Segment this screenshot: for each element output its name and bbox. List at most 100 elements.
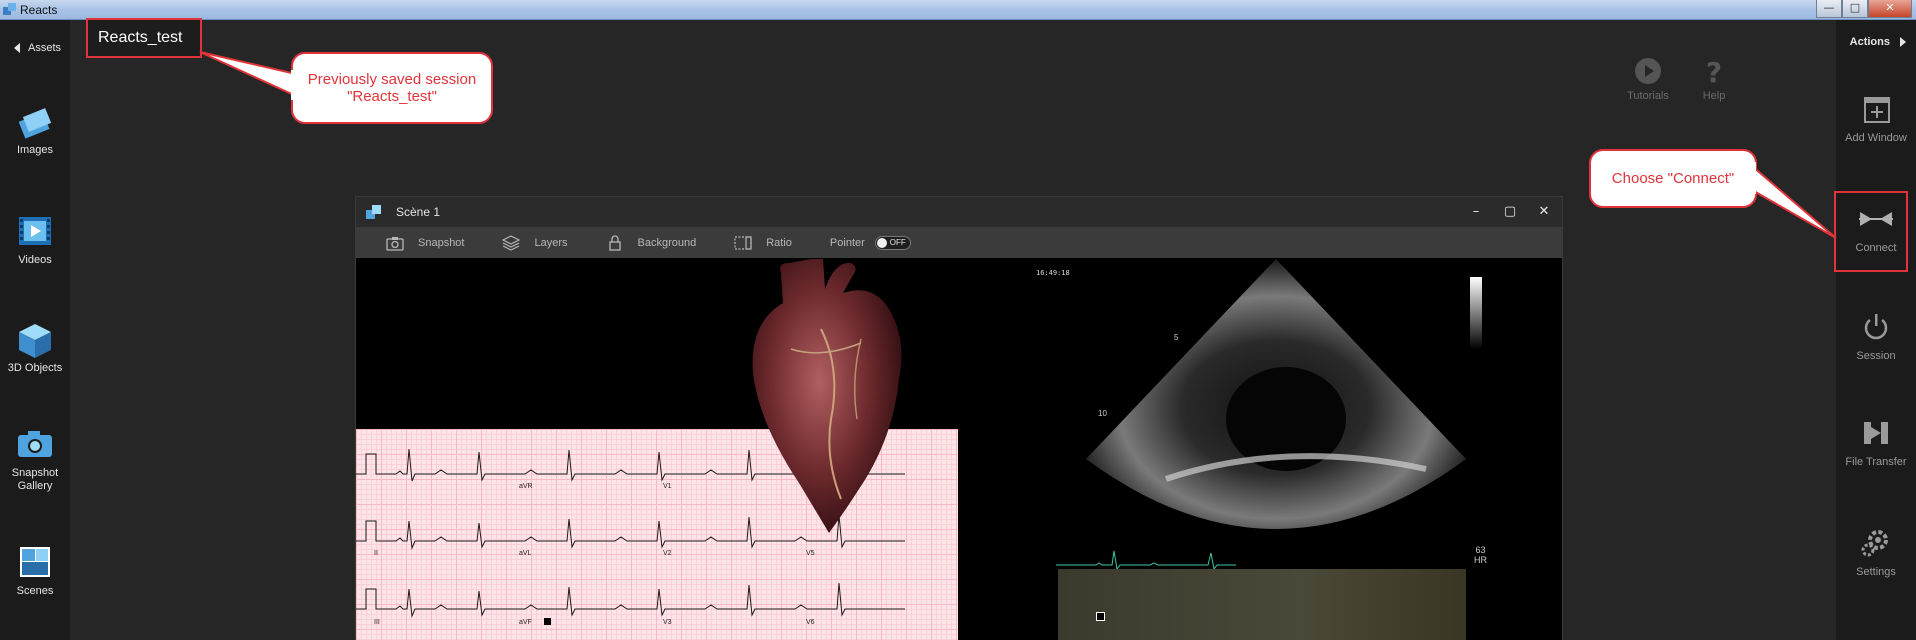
tutorials-button[interactable]: Tutorials — [1618, 56, 1678, 102]
ecg-lead-label: V2 — [663, 550, 672, 557]
sidebar-item-snapshot-gallery[interactable]: Snapshot Gallery — [0, 427, 70, 493]
ratio-label: Ratio — [766, 236, 792, 249]
ecg-lead-label: V5 — [806, 550, 815, 557]
tutorials-label: Tutorials — [1627, 90, 1669, 102]
minimize-button[interactable]: — — [1816, 0, 1842, 18]
heart-3d-model[interactable] — [751, 259, 931, 549]
connect-callout-text: Choose "Connect" — [1611, 170, 1735, 187]
ecg-lead-label: V6 — [806, 619, 815, 626]
file-transfer-button[interactable]: File Transfer — [1836, 418, 1916, 469]
left-sidebar: Assets Images Videos 3D Objects Snapshot… — [0, 20, 70, 640]
session-callout: Previously saved session "Reacts_test" — [291, 52, 493, 124]
help-label: Help — [1702, 90, 1726, 102]
echo-ultrasound-image — [1086, 259, 1466, 529]
ecg-lead-label: aVL — [519, 550, 532, 557]
actions-arrow-icon — [1900, 37, 1906, 47]
camera-icon — [15, 427, 55, 463]
pointer-tool: Pointer OFF — [829, 235, 911, 250]
scene-minimize-button[interactable]: – — [1466, 201, 1486, 223]
toggle-knob — [876, 237, 887, 248]
layers-tool[interactable]: Layers — [502, 234, 568, 251]
scene-toolbar: Snapshot Layers Background Ratio Pointer… — [356, 227, 1562, 258]
scene-title: Scène 1 — [396, 205, 441, 219]
scene-maximize-button[interactable]: ▢ — [1500, 201, 1520, 223]
echo-depth-mark: 10 — [1098, 409, 1107, 418]
lock-icon — [606, 234, 624, 251]
session-name: Reacts_test — [86, 18, 202, 58]
window-title: Reacts — [20, 3, 58, 17]
sidebar-item-images[interactable]: Images — [0, 104, 70, 157]
sidebar-item-3d-objects[interactable]: 3D Objects — [0, 322, 70, 375]
file-transfer-icon — [1856, 418, 1896, 452]
maximize-button[interactable]: □ — [1842, 0, 1868, 18]
ecg-lead-label: aVF — [519, 619, 532, 626]
svg-text:?: ? — [1706, 56, 1722, 86]
session-button[interactable]: Session — [1836, 312, 1916, 363]
ecg-lead-label: V3 — [663, 619, 672, 626]
sidebar-item-label: 3D Objects — [7, 362, 63, 374]
video-feed[interactable] — [1058, 569, 1466, 640]
power-icon — [1856, 312, 1896, 346]
assets-label: Assets — [28, 42, 62, 54]
ecg-lead-label: V1 — [663, 483, 672, 490]
settings-icon — [1856, 528, 1896, 562]
assets-back-button[interactable]: Assets — [14, 42, 61, 54]
os-titlebar: Reacts — □ ✕ — [0, 0, 1916, 20]
snapshot-label: Snapshot — [418, 236, 465, 249]
actions-label: Actions — [1849, 36, 1890, 48]
scene-canvas[interactable]: aVR V1 V4 II aVL V2 V5 III aVF V3 V6 — [356, 259, 1562, 640]
sidebar-item-label: Scenes — [16, 585, 54, 597]
window-controls: — □ ✕ — [1816, 0, 1912, 18]
layers-icon — [502, 234, 521, 251]
camera-icon — [386, 235, 404, 251]
heart-rate-value: 63 — [1475, 545, 1486, 555]
images-icon — [15, 104, 55, 140]
heart-rate: 63 HR — [1474, 545, 1487, 565]
pointer-toggle[interactable]: OFF — [874, 235, 911, 250]
settings-button[interactable]: Settings — [1836, 528, 1916, 579]
scene-window-controls: – ▢ ✕ — [1466, 201, 1554, 223]
connect-callout: Choose "Connect" — [1589, 149, 1757, 208]
file-transfer-label: File Transfer — [1845, 456, 1907, 468]
scene-close-button[interactable]: ✕ — [1534, 201, 1554, 223]
ecg-lead-label: II — [374, 550, 378, 557]
session-label: Session — [1856, 350, 1896, 362]
question-icon: ? — [1699, 56, 1729, 89]
videos-icon — [15, 214, 55, 250]
sidebar-item-label: Snapshot Gallery — [11, 467, 59, 492]
play-icon — [1633, 56, 1663, 86]
settings-label: Settings — [1856, 566, 1896, 578]
scene-titlebar[interactable]: Scène 1 – ▢ ✕ — [356, 197, 1562, 227]
layers-label: Layers — [534, 236, 568, 249]
sidebar-item-videos[interactable]: Videos — [0, 214, 70, 267]
pointer-toggle-state: OFF — [889, 237, 906, 247]
background-label: Background — [637, 236, 697, 249]
ratio-icon — [734, 235, 752, 251]
scenes-icon — [15, 545, 55, 581]
background-tool[interactable]: Background — [606, 234, 697, 251]
add-window-button[interactable]: Add Window — [1836, 94, 1916, 145]
cube-icon — [15, 322, 55, 358]
echo-grayscale-bar — [1470, 277, 1482, 349]
heart-rate-label: HR — [1474, 555, 1487, 565]
sidebar-item-label: Videos — [18, 254, 52, 266]
ecg-lead-label: III — [374, 619, 380, 626]
close-button[interactable]: ✕ — [1868, 0, 1912, 18]
sidebar-item-scenes[interactable]: Scenes — [0, 545, 70, 598]
app-logo-icon — [3, 3, 16, 16]
ratio-tool[interactable]: Ratio — [734, 235, 792, 251]
ecg-lead-label: aVR — [519, 483, 533, 490]
right-sidebar: Actions Add Window Connect Session File … — [1836, 20, 1916, 640]
connect-highlight — [1834, 191, 1908, 272]
add-window-label: Add Window — [1845, 132, 1907, 144]
snapshot-tool[interactable]: Snapshot — [386, 235, 464, 251]
help-button[interactable]: ? Help — [1684, 56, 1744, 102]
session-callout-text: Previously saved session "Reacts_test" — [307, 71, 477, 105]
sidebar-item-label: Images — [16, 144, 54, 156]
back-arrow-icon — [14, 43, 20, 53]
app-logo-icon — [366, 205, 382, 221]
pointer-label: Pointer — [829, 236, 865, 249]
actions-menu[interactable]: Actions — [1850, 36, 1906, 48]
scene-window: Scène 1 – ▢ ✕ Snapshot Layers Background — [355, 196, 1563, 640]
echo-depth-mark: 5 — [1174, 333, 1179, 342]
